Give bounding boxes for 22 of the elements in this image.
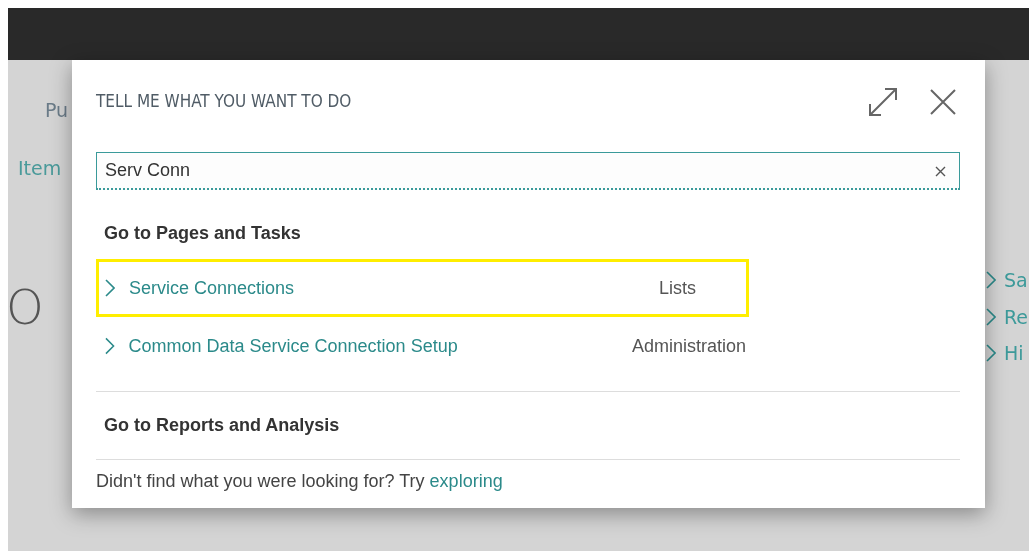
footer-text: Didn't find what you were looking for? Try [96, 471, 426, 491]
side-link[interactable]: Hi [986, 339, 1029, 368]
side-link[interactable]: Sa [986, 266, 1029, 295]
chevron-icon [105, 337, 115, 355]
search-field[interactable]: Serv Conn [96, 152, 960, 190]
explore-link[interactable]: exploring [429, 471, 503, 491]
page-heading: O [6, 283, 44, 331]
close-button[interactable] [929, 88, 957, 116]
section-heading: Go to Pages and Tasks [103, 222, 302, 245]
result-row[interactable]: Service Connections Lists [96, 259, 749, 317]
side-link[interactable]: Re [986, 302, 1029, 331]
expand-button[interactable] [867, 86, 899, 118]
clear-icon[interactable] [935, 166, 946, 177]
nav-item[interactable]: Pu [45, 96, 69, 125]
result-row[interactable]: Common Data Service Connection Setup Administration [96, 317, 749, 375]
chevron-icon [986, 271, 996, 290]
dialog-title: TELL ME WHAT YOU WANT TO DO [96, 90, 352, 114]
chevron-icon [986, 307, 996, 326]
chevron-icon [986, 344, 996, 363]
chevron-icon [105, 279, 115, 297]
nav-item[interactable]: Item [18, 154, 62, 183]
section-heading: Go to Reports and Analysis [103, 414, 341, 437]
